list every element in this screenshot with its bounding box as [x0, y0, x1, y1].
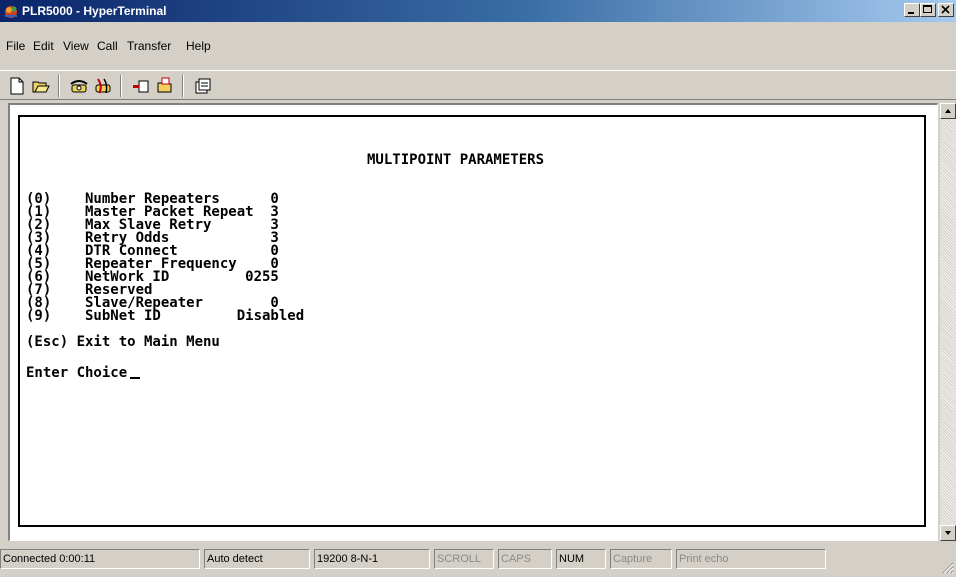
- menu-view[interactable]: View: [63, 36, 89, 56]
- prompt-row: Enter Choice: [26, 365, 141, 381]
- maximize-icon: [923, 5, 932, 13]
- disconnect-button[interactable]: [92, 75, 114, 97]
- status-num: NUM: [556, 549, 606, 569]
- menu-transfer[interactable]: Transfer: [127, 36, 171, 56]
- open-button[interactable]: [30, 75, 52, 97]
- minimize-icon: [908, 12, 914, 14]
- open-icon: [32, 81, 50, 93]
- prompt-text: Enter Choice: [26, 365, 128, 381]
- new-connection-button[interactable]: [6, 75, 28, 97]
- receive-icon: [157, 77, 172, 93]
- new-icon: [10, 77, 24, 95]
- status-port-settings: 19200 8-N-1: [314, 549, 430, 569]
- status-scroll: SCROLL: [434, 549, 494, 569]
- status-caps: CAPS: [498, 549, 552, 569]
- disconnect-icon: [95, 78, 111, 94]
- receive-button[interactable]: [154, 75, 176, 97]
- hyperterminal-app-icon[interactable]: [3, 3, 19, 19]
- menu-help[interactable]: Help: [186, 36, 211, 56]
- title-bar[interactable]: PLR5000 - HyperTerminal: [0, 0, 956, 22]
- send-icon: [133, 80, 149, 93]
- resize-grip-icon[interactable]: [940, 560, 954, 574]
- terminal-screen[interactable]: MULTIPOINT PARAMETERS (0) Number Repeate…: [18, 115, 926, 527]
- text-cursor: [130, 377, 141, 379]
- menu-call[interactable]: Call: [97, 36, 118, 56]
- menu-option-row: (9) SubNet ID Disabled: [26, 308, 305, 324]
- properties-button[interactable]: [192, 75, 214, 97]
- properties-icon: [195, 78, 211, 94]
- menu-bar: File Edit View Call Transfer Help: [0, 36, 956, 56]
- status-bar: Connected 0:00:11 Auto detect 19200 8-N-…: [0, 547, 956, 573]
- status-connected-time: Connected 0:00:11: [0, 549, 200, 569]
- status-capture: Capture: [610, 549, 672, 569]
- scroll-up-button[interactable]: [940, 103, 956, 119]
- vertical-scrollbar[interactable]: [940, 103, 956, 541]
- close-button[interactable]: [938, 3, 954, 17]
- menu-file[interactable]: File: [6, 36, 25, 56]
- scroll-down-button[interactable]: [940, 525, 956, 541]
- minimize-button[interactable]: [904, 3, 920, 17]
- terminal-heading: MULTIPOINT PARAMETERS: [367, 152, 545, 168]
- maximize-button[interactable]: [920, 3, 936, 17]
- hyperterminal-window: PLR5000 - HyperTerminal File Edit View C…: [0, 0, 956, 577]
- toolbar-separator: [120, 75, 122, 97]
- close-icon: [941, 5, 950, 14]
- connect-button[interactable]: [68, 75, 90, 97]
- menu-edit[interactable]: Edit: [33, 36, 54, 56]
- status-print-echo: Print echo: [676, 549, 826, 569]
- arrow-down-icon: [945, 531, 951, 535]
- send-button[interactable]: [130, 75, 152, 97]
- status-detect: Auto detect: [204, 549, 310, 569]
- window-title: PLR5000 - HyperTerminal: [22, 4, 167, 18]
- toolbar-separator: [58, 75, 60, 97]
- arrow-up-icon: [945, 109, 951, 113]
- exit-option-row: (Esc) Exit to Main Menu: [26, 334, 220, 350]
- terminal-text: MULTIPOINT PARAMETERS (0) Number Repeate…: [26, 117, 544, 380]
- terminal-client-area[interactable]: MULTIPOINT PARAMETERS (0) Number Repeate…: [8, 103, 938, 541]
- toolbar: [0, 70, 956, 100]
- connect-phone-icon: [70, 80, 88, 93]
- toolbar-separator: [182, 75, 184, 97]
